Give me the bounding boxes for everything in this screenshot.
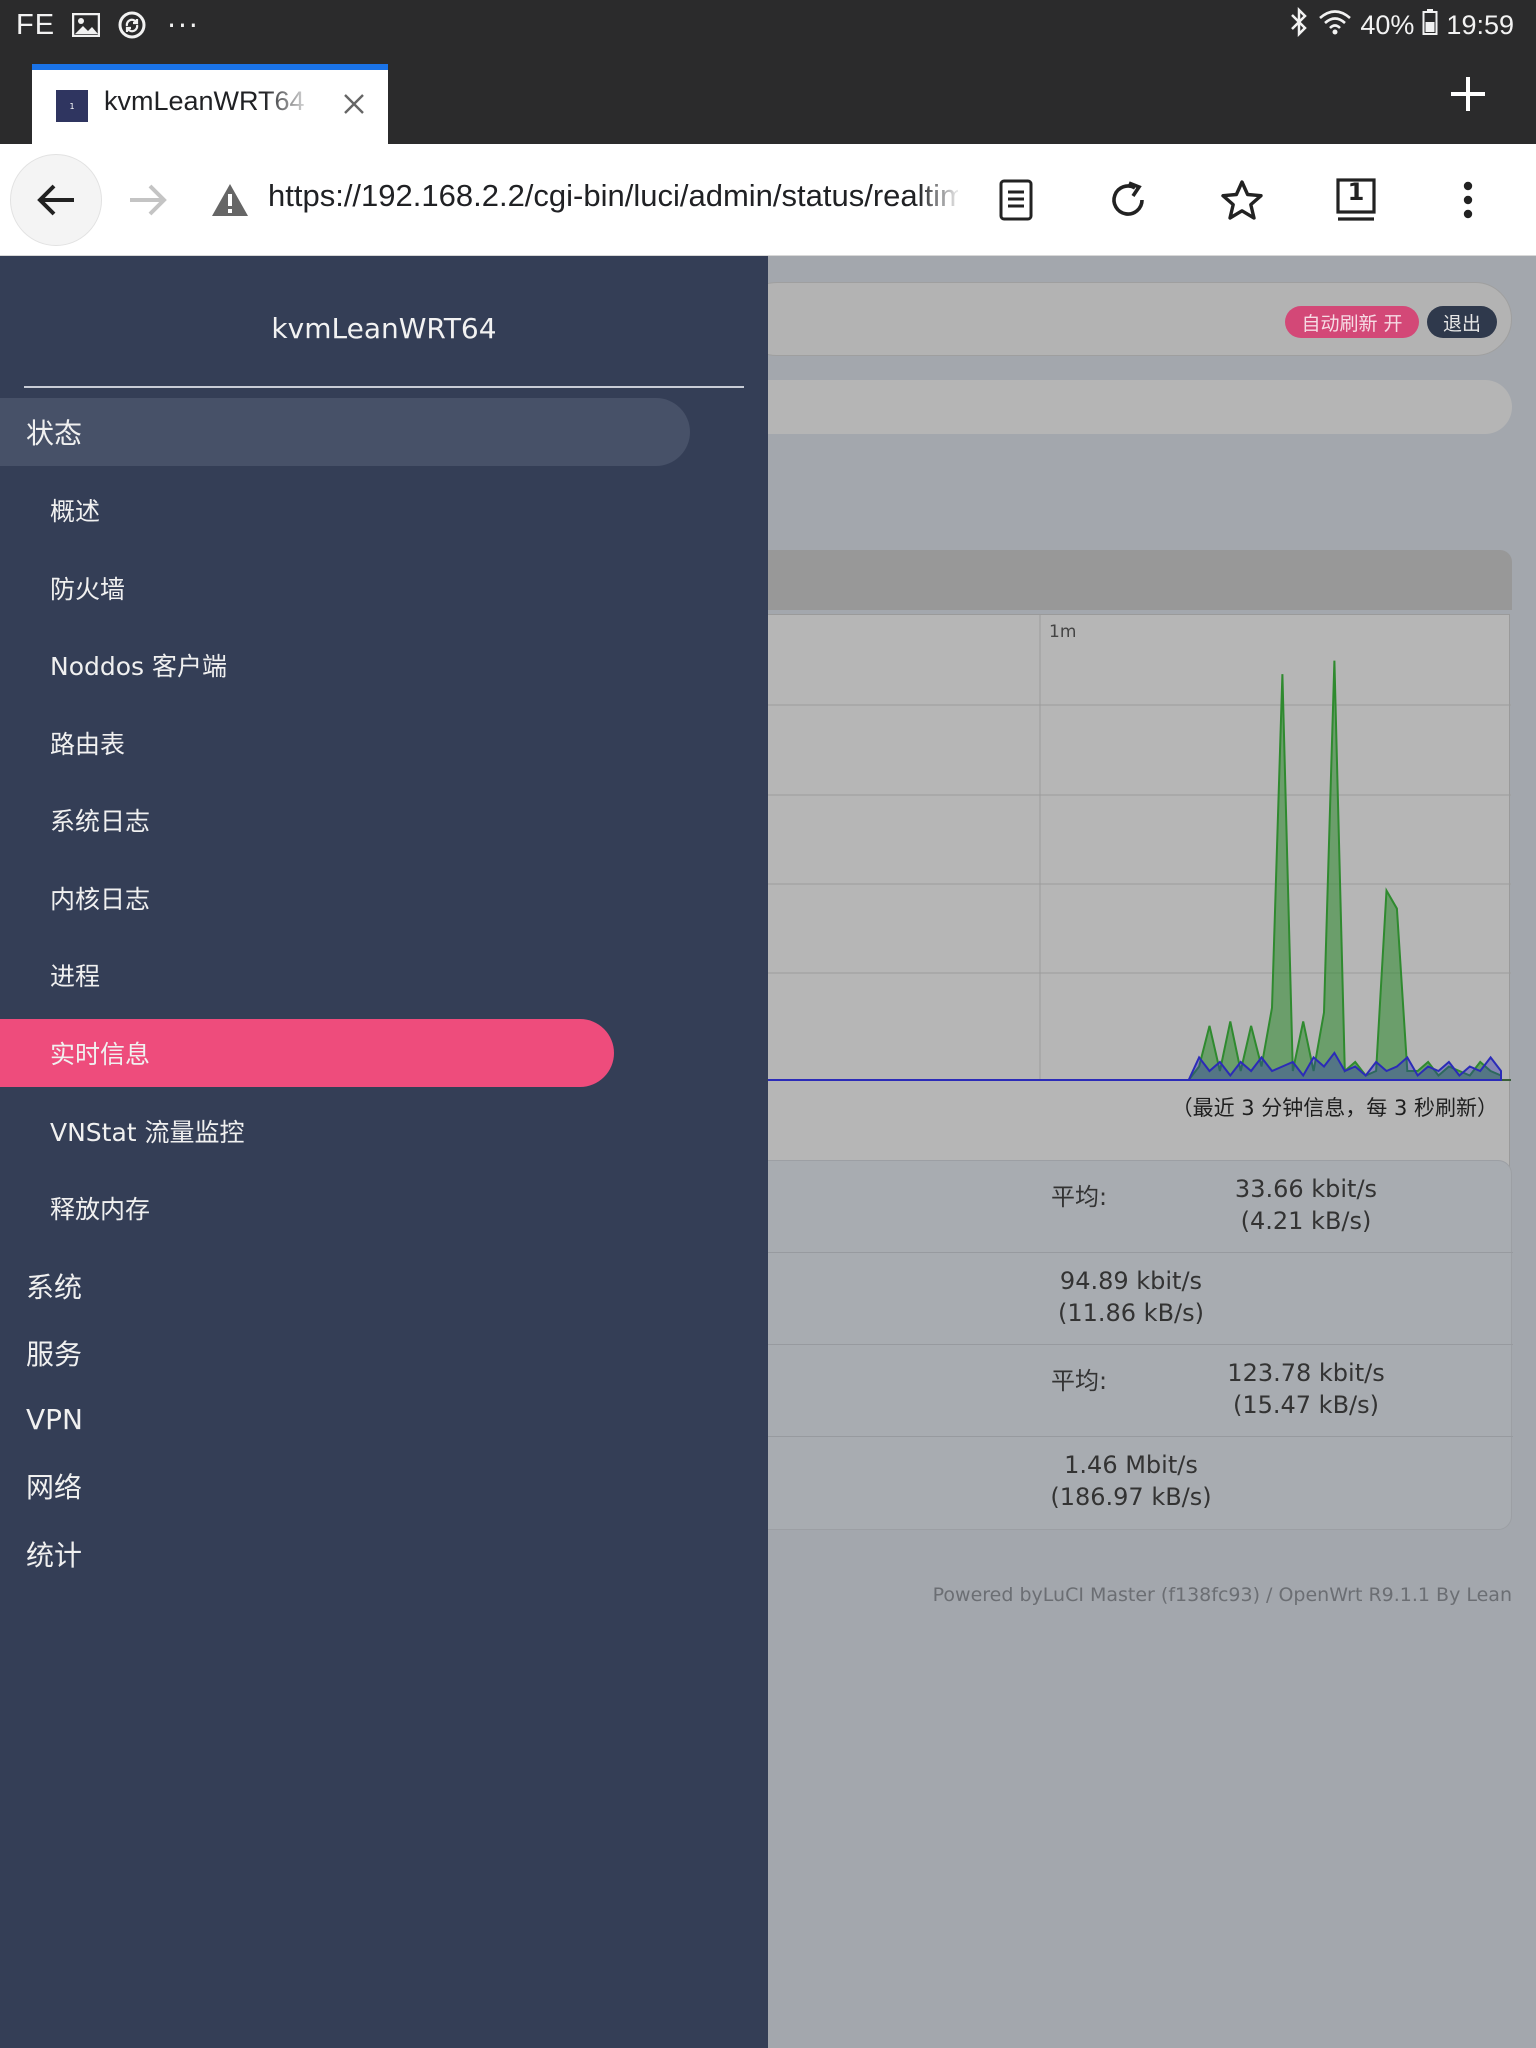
tab-favicon: 1 <box>56 90 88 122</box>
stats-value: 33.66 kbit/s <box>1234 1175 1378 1203</box>
more-notifications-icon: ··· <box>167 8 200 42</box>
menu-kebab-icon[interactable] <box>1422 154 1514 246</box>
nav-item-label: 内核日志 <box>50 885 151 914</box>
nav-item-label: 系统日志 <box>50 807 151 836</box>
stats-value: 94.89 kbit/s <box>1059 1267 1203 1295</box>
stats-subvalue: (186.97 kB/s) <box>1050 1483 1212 1511</box>
stats-subvalue: (11.86 kB/s) <box>1057 1299 1204 1327</box>
nav-item-label: 防火墙 <box>50 575 126 604</box>
chart-series-inbound <box>741 660 1502 1081</box>
forward-button[interactable] <box>102 154 194 246</box>
interface-tabs-bar <box>740 550 1512 610</box>
clock: 19:59 <box>1446 9 1514 40</box>
breadcrumb-bar <box>740 380 1512 434</box>
traffic-stats-table: 平均: 33.66 kbit/s (4.21 kB/s) 94.89 kbit/… <box>740 1160 1513 1530</box>
browser-toolbar: https://192.168.2.2/cgi-bin/luci/admin/s… <box>0 144 1536 256</box>
stats-row: 平均: 123.78 kbit/s (15.47 kB/s) <box>741 1345 1513 1437</box>
nav-item[interactable]: VNStat 流量监控 <box>0 1097 245 1165</box>
tab-count: 1 <box>1347 178 1365 206</box>
warning-icon[interactable] <box>184 154 276 246</box>
nav-item[interactable]: 内核日志 <box>0 864 150 932</box>
nav-item-label: 进程 <box>50 962 101 991</box>
stats-label: 平均: <box>1051 1183 1108 1211</box>
nav-item[interactable]: 释放内存 <box>0 1174 150 1242</box>
nav-item-label: 路由表 <box>50 730 126 759</box>
nav-item-label: 概述 <box>50 497 101 526</box>
stats-label: 平均: <box>1051 1367 1108 1395</box>
reader-mode-icon[interactable] <box>970 154 1062 246</box>
new-tab-button[interactable] <box>1440 66 1496 122</box>
sync-icon <box>117 10 147 40</box>
battery-percent: 40% <box>1360 9 1415 40</box>
wifi-icon <box>1318 8 1352 43</box>
browser-tab[interactable]: 1 kvmLeanWRT64 <box>32 64 388 144</box>
back-button[interactable] <box>10 154 102 246</box>
nav-item-label: 释放内存 <box>50 1195 151 1224</box>
stats-row: 94.89 kbit/s (11.86 kB/s) <box>741 1253 1513 1345</box>
chart-time-marker: 1m <box>1049 622 1076 642</box>
logout-button[interactable]: 退出 <box>1427 306 1497 338</box>
tab-count-button[interactable]: 1 <box>1310 154 1402 246</box>
stats-subvalue: (4.21 kB/s) <box>1240 1207 1372 1235</box>
stats-row: 1.46 Mbit/s (186.97 kB/s) <box>741 1437 1513 1529</box>
bookmark-star-icon[interactable] <box>1196 154 1288 246</box>
nav-item-label: 系统 <box>26 1271 83 1304</box>
url-field[interactable]: https://192.168.2.2/cgi-bin/luci/admin/s… <box>268 178 958 214</box>
status-bar: FE ··· 40% 19:59 <box>0 0 1536 50</box>
nav-item[interactable]: 概述 <box>0 476 100 544</box>
stats-value: 123.78 kbit/s <box>1227 1359 1385 1387</box>
nav-item[interactable]: 服务 <box>0 1319 82 1387</box>
image-icon <box>71 10 101 40</box>
nav-item-label: VPN <box>26 1402 83 1436</box>
nav-item-label: VNStat 流量监控 <box>50 1118 245 1147</box>
nav-item[interactable]: 状态 <box>0 398 690 466</box>
drawer-divider <box>24 386 744 388</box>
nav-item-label: Noddos 客户端 <box>50 652 228 681</box>
auto-refresh-badge[interactable]: 自动刷新 开 <box>1285 306 1419 338</box>
reload-icon[interactable] <box>1082 154 1174 246</box>
nav-item[interactable]: 系统日志 <box>0 786 150 854</box>
page-footer: Powered byLuCI Master (f138fc93) / OpenW… <box>932 1584 1512 1606</box>
stats-row: 平均: 33.66 kbit/s (4.21 kB/s) <box>741 1161 1513 1253</box>
nav-item-label: 状态 <box>26 417 83 450</box>
url-fade <box>918 170 962 226</box>
nav-item-label: 实时信息 <box>50 1040 151 1069</box>
nav-item-label: 网络 <box>26 1471 83 1504</box>
nav-item[interactable]: 网络 <box>0 1452 82 1520</box>
nav-item[interactable]: 实时信息 <box>0 1019 614 1087</box>
drawer-title: kvmLeanWRT64 <box>271 312 497 345</box>
nav-item[interactable]: VPN <box>0 1385 83 1453</box>
bluetooth-icon <box>1288 6 1310 44</box>
nav-item-label: 统计 <box>26 1539 83 1572</box>
nav-item[interactable]: Noddos 客户端 <box>0 631 227 699</box>
tab-title-fade <box>264 80 314 130</box>
stats-value: 1.46 Mbit/s <box>1064 1451 1198 1479</box>
tab-strip: 1 kvmLeanWRT64 <box>0 50 1536 144</box>
nav-item[interactable]: 防火墙 <box>0 554 125 622</box>
nav-item[interactable]: 进程 <box>0 941 100 1009</box>
close-icon[interactable] <box>334 84 374 124</box>
nav-item[interactable]: 系统 <box>0 1252 82 1320</box>
chart-caption: （最近 3 分钟信息，每 3 秒刷新） <box>1171 1096 1498 1120</box>
battery-icon <box>1422 8 1438 43</box>
nav-item-label: 服务 <box>26 1338 83 1371</box>
nav-item[interactable]: 统计 <box>0 1520 82 1588</box>
status-carrier-text: FE <box>16 8 56 41</box>
stats-subvalue: (15.47 kB/s) <box>1232 1391 1379 1419</box>
nav-drawer: kvmLeanWRT64 状态概述防火墙 Noddos 客户端 路由表系统日志内核日… <box>0 256 768 2048</box>
nav-item[interactable]: 路由表 <box>0 709 125 777</box>
